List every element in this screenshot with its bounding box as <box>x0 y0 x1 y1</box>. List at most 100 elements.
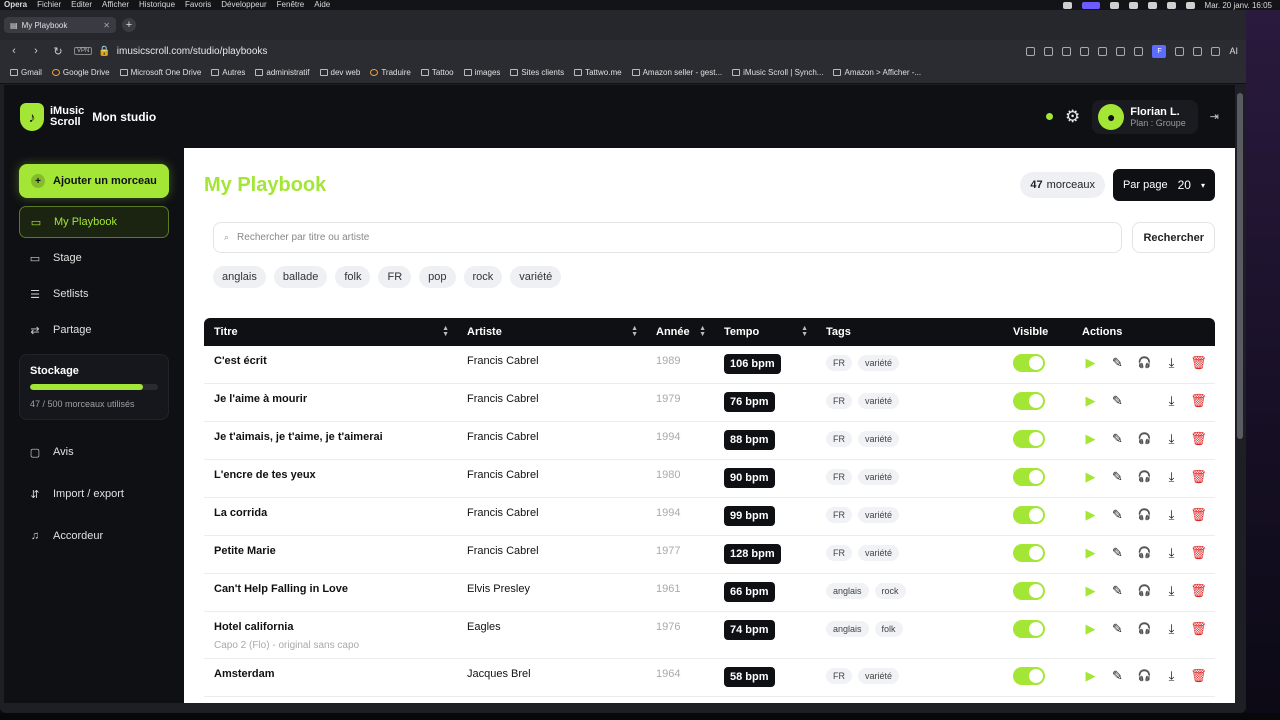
sidebar-item-import-export[interactable]: ⇵ Import / export <box>19 474 169 514</box>
edit-icon[interactable]: ✎ <box>1109 354 1126 371</box>
column-header-title[interactable]: Titre ▲ ▼ <box>204 318 457 346</box>
row-tag[interactable]: FR <box>826 355 852 371</box>
heart-icon[interactable] <box>1098 46 1108 56</box>
trash-icon[interactable]: 🗑 <box>1190 544 1207 561</box>
vpn-badge[interactable]: VPN <box>74 47 93 55</box>
gear-icon[interactable]: ⚙ <box>1065 107 1080 127</box>
trash-icon[interactable]: 🗑 <box>1190 506 1207 523</box>
table-row[interactable]: Je t'aimais, je t'aime, je t'aimerai Fra… <box>204 422 1215 460</box>
bookmark-images[interactable]: images <box>463 68 500 77</box>
menu-afficher[interactable]: Afficher <box>102 1 129 9</box>
visibility-toggle[interactable] <box>1013 392 1045 410</box>
profile-icon[interactable]: F <box>1152 44 1167 58</box>
sidebar-icon[interactable] <box>1175 46 1185 56</box>
drive-icon[interactable] <box>1128 1 1138 9</box>
visibility-toggle[interactable] <box>1013 468 1045 486</box>
visibility-toggle[interactable] <box>1013 667 1045 685</box>
logout-icon[interactable]: ⇥ <box>1210 110 1219 123</box>
headphones-icon[interactable]: 🎧 <box>1136 506 1153 523</box>
tag-filter-fr[interactable]: FR <box>378 266 412 288</box>
song-title[interactable]: Amsterdam <box>214 668 457 680</box>
row-tag[interactable]: rock <box>874 583 906 599</box>
download-icon[interactable]: ⤓ <box>1163 544 1180 561</box>
forward-icon[interactable]: › <box>30 45 42 57</box>
download-icon[interactable]: ⤓ <box>1163 620 1180 637</box>
table-row[interactable]: Je l'aime à mourir Francis Cabrel 1979 7… <box>204 384 1215 422</box>
headphones-icon[interactable]: 🎧 <box>1136 667 1153 684</box>
play-icon[interactable]: ▶ <box>1082 392 1099 409</box>
bookmark-imusic[interactable]: iMusic Scroll | Synch... <box>732 68 823 77</box>
download-icon[interactable]: ⤓ <box>1163 392 1180 409</box>
menu-historique[interactable]: Historique <box>139 1 175 9</box>
trash-icon[interactable]: 🗑 <box>1190 354 1207 371</box>
table-row[interactable]: La corrida Francis Cabrel 1994 99 bpm FR… <box>204 498 1215 536</box>
gift-icon[interactable] <box>1193 46 1203 56</box>
bookmark-sites-clients[interactable]: Sites clients <box>510 68 564 77</box>
back-icon[interactable]: ‹ <box>8 45 20 57</box>
tag-filter-ballade[interactable]: ballade <box>273 266 328 288</box>
table-row[interactable]: Petite Marie Francis Cabrel 1977 128 bpm… <box>204 536 1215 574</box>
bookmark-amazon-seller[interactable]: Amazon seller - gest... <box>631 68 722 77</box>
song-title[interactable]: Je t'aimais, je t'aime, je t'aimerai <box>214 431 457 443</box>
row-tag[interactable]: FR <box>826 469 852 485</box>
play-icon[interactable]: ▶ <box>1082 506 1099 523</box>
row-tag[interactable]: variété <box>858 469 900 485</box>
menu-opera[interactable]: Opera <box>4 1 27 9</box>
menu-fenetre[interactable]: Fenêtre <box>277 1 305 9</box>
row-tag[interactable]: variété <box>858 507 900 523</box>
edit-icon[interactable]: ✎ <box>1109 392 1126 409</box>
song-title[interactable]: Can't Help Falling in Love <box>214 583 457 595</box>
tag-filter-anglais[interactable]: anglais <box>213 266 266 288</box>
menu-editer[interactable]: Editer <box>71 1 92 9</box>
bookmark-tattoo[interactable]: Tattoo <box>420 68 454 77</box>
menu-aide[interactable]: Aide <box>314 1 330 9</box>
search-icon[interactable] <box>1185 1 1195 9</box>
search-button[interactable]: Rechercher <box>1132 222 1215 253</box>
trash-icon[interactable]: 🗑 <box>1190 392 1207 409</box>
bookmark-gmail[interactable]: Gmail <box>10 68 42 77</box>
row-tag[interactable]: FR <box>826 668 852 684</box>
row-tag[interactable]: FR <box>826 393 852 409</box>
menu-favoris[interactable]: Favoris <box>185 1 211 9</box>
bookmark-onedrive[interactable]: Microsoft One Drive <box>119 68 201 77</box>
edit-icon[interactable]: ✎ <box>1109 430 1126 447</box>
download-icon[interactable] <box>1116 46 1126 56</box>
song-title[interactable]: Petite Marie <box>214 545 457 557</box>
camera-icon[interactable] <box>1044 46 1054 56</box>
download-icon[interactable]: ⤓ <box>1163 430 1180 447</box>
download-icon[interactable]: ⤓ <box>1163 582 1180 599</box>
headphones-icon[interactable]: 🎧 <box>1136 544 1153 561</box>
reload-icon[interactable]: ↻ <box>52 45 64 58</box>
sidebar-item-partage[interactable]: ⇄ Partage <box>19 314 169 346</box>
download-icon[interactable]: ⤓ <box>1163 506 1180 523</box>
menu-icon[interactable] <box>1134 46 1144 56</box>
row-tag[interactable]: FR <box>826 431 852 447</box>
bookmark-amazon-afficher[interactable]: Amazon > Afficher -... <box>833 68 921 77</box>
trash-icon[interactable]: 🗑 <box>1190 620 1207 637</box>
row-tag[interactable]: variété <box>858 355 900 371</box>
cloud-icon[interactable] <box>1109 1 1119 9</box>
row-tag[interactable]: variété <box>858 431 900 447</box>
visibility-toggle[interactable] <box>1013 582 1045 600</box>
song-title[interactable]: Hotel california <box>214 621 457 633</box>
bookmark-google-drive[interactable]: Google Drive <box>51 68 110 77</box>
column-header-year[interactable]: Année ▲ ▼ <box>646 318 714 346</box>
menu-developpeur[interactable]: Développeur <box>221 1 266 9</box>
song-title[interactable]: L'encre de tes yeux <box>214 469 457 481</box>
trash-icon[interactable]: 🗑 <box>1190 582 1207 599</box>
ai-button[interactable]: AI <box>1229 46 1238 56</box>
play-icon[interactable]: ▶ <box>1082 430 1099 447</box>
table-row[interactable]: Amsterdam Jacques Brel 1964 58 bpm FR var… <box>204 659 1215 697</box>
headphones-icon[interactable]: 🎧 <box>1136 430 1153 447</box>
row-tag[interactable]: variété <box>858 393 900 409</box>
play-icon[interactable]: ▶ <box>1082 667 1099 684</box>
sidebar-item-setlists[interactable]: ☰ Setlists <box>19 278 169 310</box>
table-row[interactable]: Can't Help Falling in Love Elvis Presley… <box>204 574 1215 612</box>
song-title[interactable]: Je l'aime à mourir <box>214 393 457 405</box>
column-header-tempo[interactable]: Tempo ▲ ▼ <box>714 318 816 346</box>
trash-icon[interactable]: 🗑 <box>1190 667 1207 684</box>
bookmark-autres[interactable]: Autres <box>211 68 245 77</box>
edit-icon[interactable]: ✎ <box>1109 544 1126 561</box>
row-tag[interactable]: FR <box>826 507 852 523</box>
send-icon[interactable] <box>1080 46 1090 56</box>
